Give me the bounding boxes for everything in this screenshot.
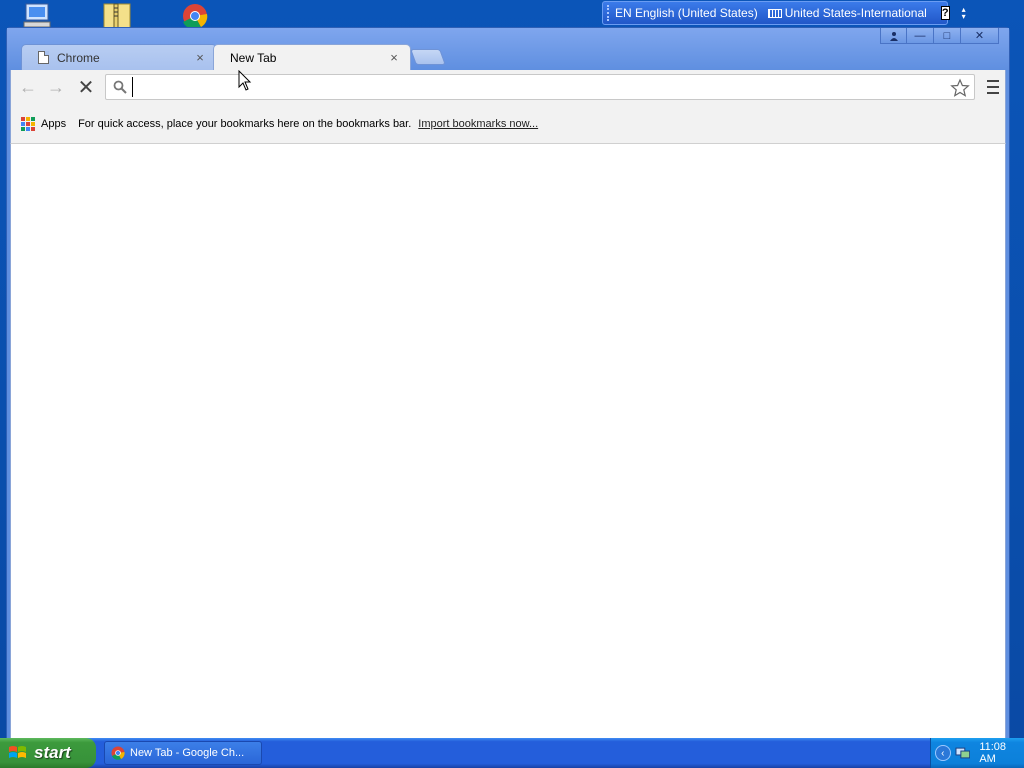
show-hidden-icons-button[interactable]: ‹ (935, 745, 951, 761)
back-button[interactable]: ← (17, 77, 39, 97)
bookmarks-hint: For quick access, place your bookmarks h… (78, 117, 412, 130)
chrome-desktop-icon[interactable] (178, 2, 212, 30)
menu-bar-icon (987, 92, 999, 94)
windows-flag-icon (9, 746, 26, 758)
maximize-button[interactable]: □ (934, 28, 961, 44)
page-content[interactable] (10, 144, 1006, 738)
bookmark-star-icon[interactable] (950, 78, 970, 98)
forward-button[interactable]: → (45, 77, 67, 97)
import-bookmarks-link[interactable]: Import bookmarks now... (418, 118, 538, 130)
help-icon[interactable]: ? (940, 6, 950, 20)
taskbar: start New Tab - Google Ch... ‹ 11:08 AM (0, 738, 1024, 768)
toolbar: ← → ✕ (10, 70, 1006, 104)
language-bar-grip[interactable] (607, 5, 609, 21)
title-bar[interactable]: Chrome × New Tab × — □ ✕ (7, 28, 1009, 70)
menu-bar-icon (987, 86, 999, 88)
keyboard-label: United States-International (784, 6, 927, 20)
language-selector[interactable]: EN English (United States) (615, 6, 758, 20)
my-computer-icon[interactable] (22, 2, 56, 30)
profile-button[interactable] (880, 28, 907, 44)
tab-title: Chrome (57, 50, 100, 65)
bookmarks-bar: Apps For quick access, place your bookma… (10, 104, 1006, 144)
mouse-cursor-icon (238, 70, 252, 91)
chrome-menu-button[interactable] (983, 78, 1003, 96)
window-controls: — □ ✕ (880, 28, 999, 44)
apps-shortcut[interactable]: Apps (41, 118, 66, 130)
tab-chrome[interactable]: Chrome × (21, 44, 217, 70)
close-button[interactable]: ✕ (961, 28, 999, 44)
zip-folder-icon[interactable] (100, 2, 134, 30)
taskbar-item-label: New Tab - Google Ch... (130, 747, 245, 759)
stop-button[interactable]: ✕ (75, 77, 97, 99)
start-button[interactable]: start (0, 738, 96, 768)
tab-title: New Tab (230, 50, 277, 65)
search-icon (113, 80, 127, 94)
chrome-window: Chrome × New Tab × — □ ✕ ← → ✕ Apps For … (6, 27, 1010, 739)
langbar-options-icon[interactable]: ▴ ▾ (962, 6, 966, 21)
person-icon (889, 31, 898, 41)
omnibox[interactable] (105, 74, 975, 100)
minimize-button[interactable]: — (907, 28, 934, 44)
apps-icon[interactable] (21, 116, 35, 131)
language-label: EN English (United States) (615, 6, 758, 20)
start-label: start (34, 743, 71, 762)
tab-close-icon[interactable]: × (388, 51, 400, 64)
system-tray: ‹ 11:08 AM (930, 738, 1024, 768)
menu-bar-icon (987, 80, 999, 82)
page-icon (38, 51, 49, 64)
language-bar: EN English (United States) United States… (602, 1, 966, 25)
new-tab-button[interactable] (410, 49, 446, 65)
tab-new-tab[interactable]: New Tab × (213, 44, 411, 70)
chrome-icon (111, 746, 125, 760)
keyboard-icon (767, 8, 782, 18)
network-icon[interactable] (955, 746, 971, 760)
clock[interactable]: 11:08 AM (979, 741, 1024, 765)
taskbar-item-chrome[interactable]: New Tab - Google Ch... (104, 741, 262, 765)
keyboard-layout-selector[interactable]: United States-International (767, 6, 927, 20)
tab-close-icon[interactable]: × (194, 51, 206, 64)
address-input[interactable] (132, 77, 974, 97)
